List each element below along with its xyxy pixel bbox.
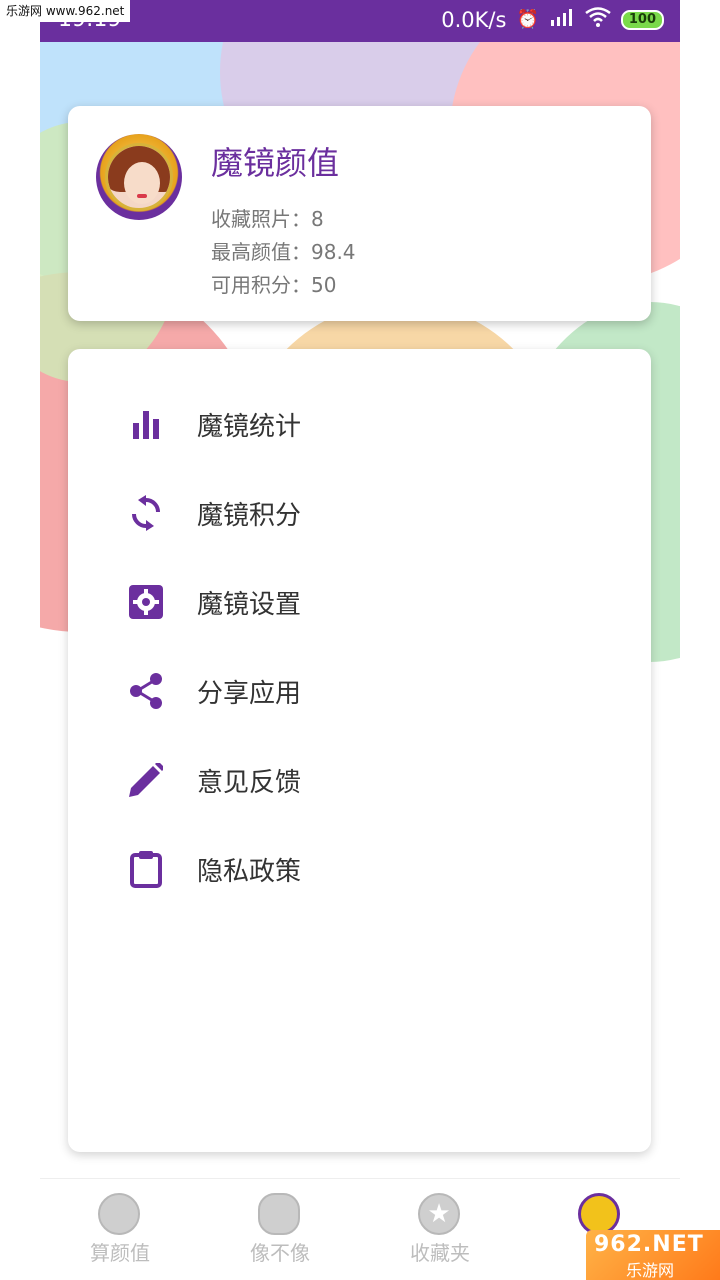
clipboard-icon: [124, 847, 168, 891]
site-watermark-logo: 962.NET 乐游网: [586, 1230, 720, 1280]
menu-item-label: 隐私政策: [197, 856, 302, 887]
menu-item-privacy[interactable]: 隐私政策: [68, 834, 651, 904]
avatar[interactable]: [96, 134, 182, 220]
menu-item-label: 魔镜统计: [197, 411, 302, 442]
star-badge-icon: ★: [418, 1193, 460, 1235]
watermark-brand: 962.NET: [594, 1232, 704, 1257]
phone-screen: 19:19 0.0K/s ⏰ 100: [40, 0, 680, 1280]
menu-item-label: 魔镜积分: [197, 500, 302, 531]
network-speed: 0.0K/s: [441, 7, 507, 32]
menu-item-label: 意见反馈: [197, 767, 302, 798]
menu-item-settings[interactable]: 魔镜设置: [68, 567, 651, 637]
menu-item-points[interactable]: 魔镜积分: [68, 478, 651, 548]
menu-item-statistics[interactable]: 魔镜统计: [68, 389, 651, 459]
pencil-icon: [124, 758, 168, 802]
watermark-text: 乐游网 www.962.net: [0, 0, 131, 22]
user-profile-icon: [578, 1193, 620, 1235]
two-faces-icon: [258, 1193, 300, 1235]
highest-score: 最高颜值：98.4: [211, 240, 356, 264]
profile-card: 魔镜颜值 收藏照片：8 最高颜值：98.4 可用积分：50: [68, 106, 651, 321]
menu-item-feedback[interactable]: 意见反馈: [68, 745, 651, 815]
face-portrait-icon: [98, 1193, 140, 1235]
tab-favorites[interactable]: ★ 收藏夹: [360, 1179, 520, 1280]
avatar-portrait: [105, 143, 173, 211]
tab-label: 收藏夹: [410, 1241, 470, 1265]
saved-photos-count: 收藏照片：8: [211, 207, 324, 231]
watermark-brand-sub: 乐游网: [626, 1261, 675, 1280]
menu-item-share[interactable]: 分享应用: [68, 656, 651, 726]
available-points: 可用积分：50: [211, 273, 337, 297]
profile-name: 魔镜颜值: [211, 144, 340, 182]
share-icon: [124, 669, 168, 713]
tab-label: 算颜值: [90, 1241, 150, 1265]
menu-item-label: 魔镜设置: [197, 589, 302, 620]
wifi-icon: [585, 7, 611, 32]
signal-icon: [549, 8, 575, 31]
status-indicators: 0.0K/s ⏰ 100: [441, 7, 664, 32]
menu-item-label: 分享应用: [197, 678, 302, 709]
bottom-tab-bar: 算颜值 像不像 ★ 收藏夹 我: [40, 1178, 680, 1280]
alarm-icon: ⏰: [516, 9, 539, 30]
menu-card: 魔镜统计 魔镜积分 魔镜设置 分享应用 意见反馈 隐私政策: [68, 349, 651, 1152]
tab-lookalike[interactable]: 像不像: [200, 1179, 360, 1280]
status-bar: 19:19 0.0K/s ⏰ 100: [40, 0, 680, 42]
tab-label: 像不像: [250, 1241, 310, 1265]
tab-score[interactable]: 算颜值: [40, 1179, 200, 1280]
refresh-icon: [124, 491, 168, 535]
battery-indicator: 100: [620, 9, 664, 30]
bar-chart-icon: [124, 402, 168, 446]
settings-gear-icon: [124, 580, 168, 624]
